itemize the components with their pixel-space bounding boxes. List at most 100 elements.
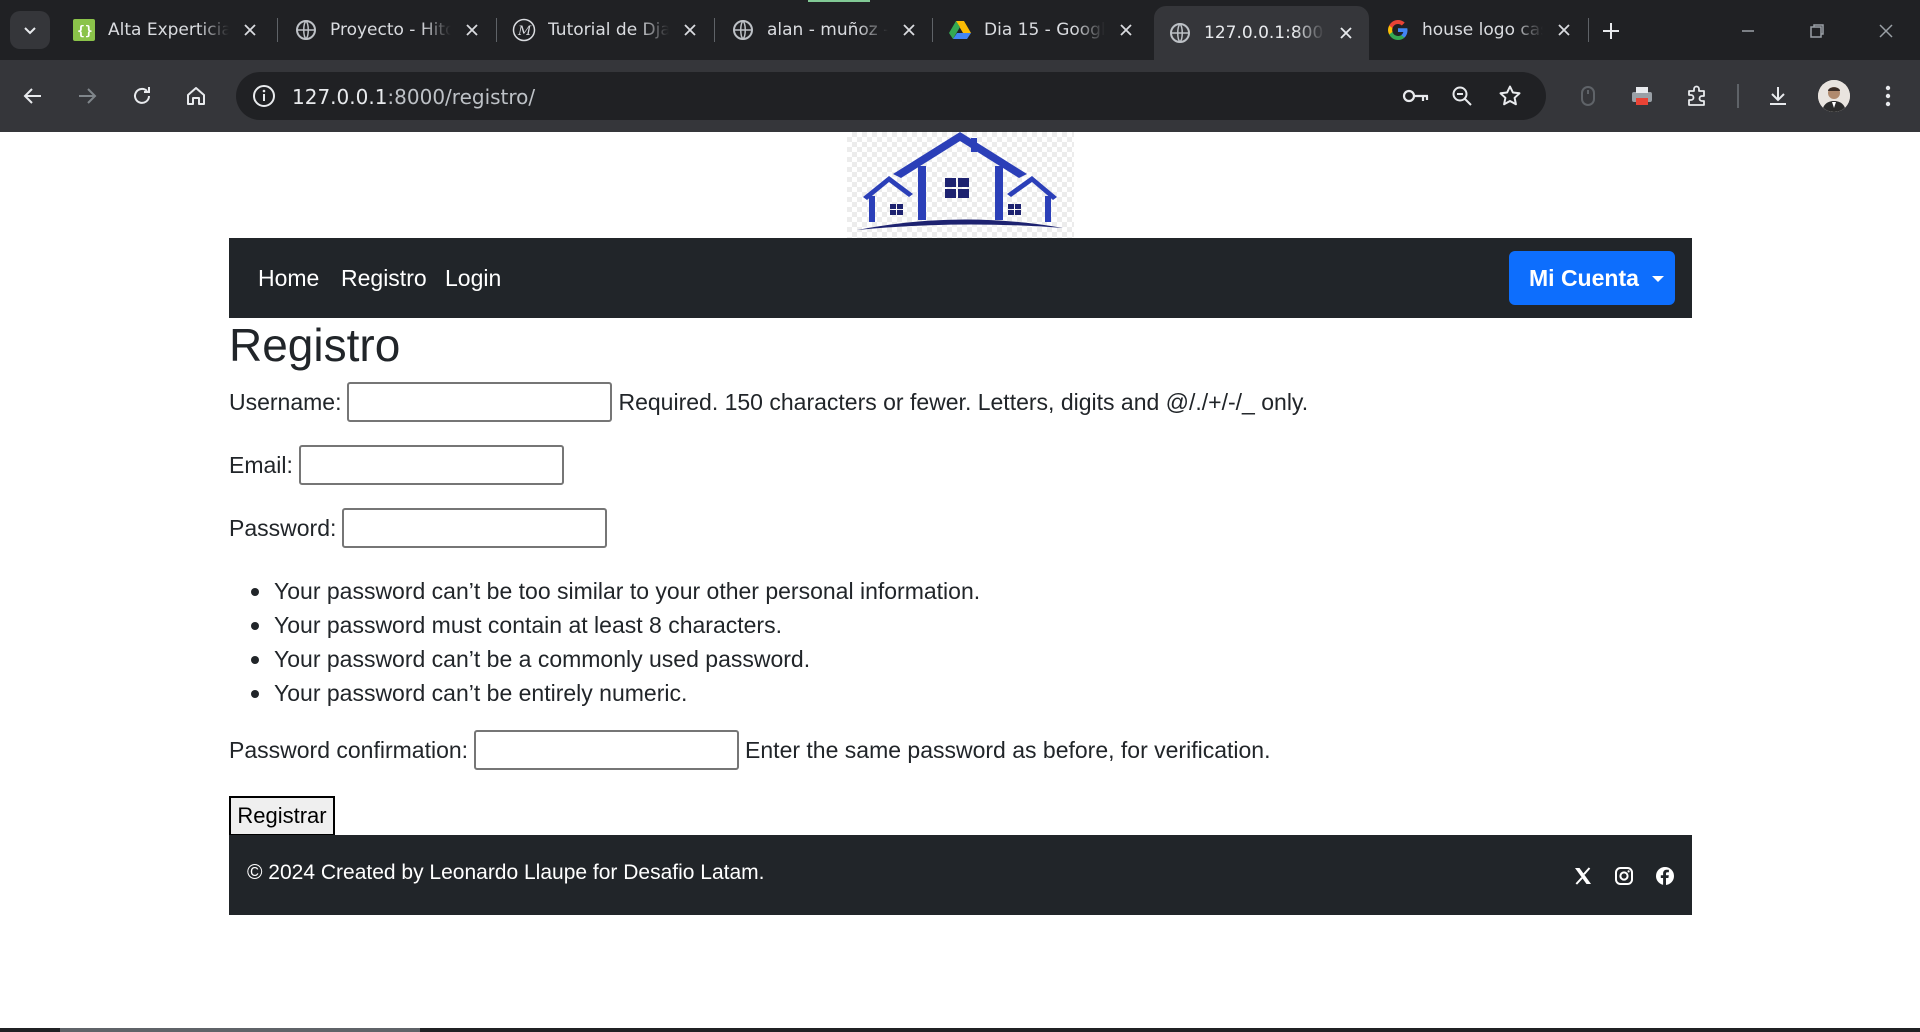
printer-icon bbox=[1632, 87, 1652, 105]
email-input[interactable] bbox=[298, 445, 564, 485]
site-info-icon[interactable] bbox=[250, 82, 278, 110]
loading-indicator bbox=[808, 0, 870, 2]
globe-icon bbox=[294, 18, 318, 42]
address-bar[interactable]: 127.0.0.1:8000/registro/ bbox=[236, 72, 1546, 120]
alta-experticia-favicon-icon: {} bbox=[72, 18, 96, 42]
tab-alan-munoz[interactable]: alan - muñoz - bbox=[717, 8, 932, 52]
page-footer: © 2024 Created by Leonardo Llaupe for De… bbox=[229, 835, 1692, 915]
password-rule: Your password can’t be too similar to yo… bbox=[229, 574, 980, 608]
arrow-right-icon bbox=[79, 88, 97, 104]
minimize-button[interactable] bbox=[1728, 14, 1768, 48]
bookmark-star-icon[interactable] bbox=[1496, 84, 1524, 108]
tab-title: Proyecto - Hito bbox=[330, 20, 451, 40]
extension-mouse-button[interactable] bbox=[1570, 78, 1606, 114]
password-rule: Your password can’t be a commonly used p… bbox=[229, 642, 980, 676]
footer-copyright: © 2024 Created by Leonardo Llaupe for De… bbox=[247, 861, 765, 884]
username-help-text: Required. 150 characters or fewer. Lette… bbox=[618, 388, 1309, 415]
main-navbar: Home Registro Login Mi Cuenta bbox=[229, 238, 1692, 318]
web-page: Home Registro Login Mi Cuenta Registro U… bbox=[0, 132, 1920, 1032]
instagram-icon[interactable] bbox=[1613, 865, 1635, 887]
account-dropdown-button[interactable]: Mi Cuenta bbox=[1509, 251, 1675, 305]
close-icon[interactable] bbox=[1335, 22, 1357, 44]
new-tab-button[interactable] bbox=[1594, 14, 1628, 48]
tab-dia-15[interactable]: Dia 15 - Googl bbox=[934, 8, 1149, 52]
extension-printer-button[interactable] bbox=[1624, 78, 1660, 114]
tab-tutorial-django[interactable]: M Tutorial de Djan bbox=[498, 8, 713, 52]
username-label: Username: bbox=[229, 388, 342, 415]
google-drive-icon bbox=[948, 18, 972, 42]
site-logo[interactable] bbox=[847, 132, 1074, 238]
password-key-icon[interactable] bbox=[1402, 84, 1430, 108]
url-path: :8000/registro/ bbox=[387, 85, 536, 109]
page-title: Registro bbox=[229, 319, 401, 371]
registrar-button[interactable]: Registrar bbox=[229, 796, 335, 836]
close-window-button[interactable] bbox=[1866, 14, 1906, 48]
home-icon bbox=[187, 87, 205, 105]
m-logo-icon: M bbox=[512, 18, 536, 42]
browser-toolbar: 127.0.0.1:8000/registro/ bbox=[0, 60, 1920, 132]
tab-proyecto-hito[interactable]: Proyecto - Hito bbox=[280, 8, 495, 52]
back-button[interactable] bbox=[15, 78, 51, 114]
email-row: Email: bbox=[229, 445, 570, 485]
facebook-icon[interactable] bbox=[1654, 865, 1676, 887]
reload-button[interactable] bbox=[124, 78, 160, 114]
tab-title: alan - muñoz - bbox=[767, 20, 888, 40]
forward-button[interactable] bbox=[69, 78, 105, 114]
restore-button[interactable] bbox=[1797, 14, 1837, 48]
tab-divider bbox=[1588, 18, 1589, 42]
x-icon[interactable] bbox=[1572, 865, 1594, 887]
google-icon bbox=[1386, 18, 1410, 42]
tab-alta-experticia[interactable]: {} Alta Experticia bbox=[58, 8, 273, 52]
tab-divider bbox=[496, 18, 497, 42]
home-button[interactable] bbox=[178, 78, 214, 114]
username-input[interactable] bbox=[347, 382, 613, 422]
globe-icon bbox=[731, 18, 755, 42]
email-label: Email: bbox=[229, 451, 293, 478]
menu-button[interactable] bbox=[1870, 78, 1906, 114]
password-confirm-input[interactable] bbox=[474, 730, 740, 770]
password-rule: Your password can’t be entirely numeric. bbox=[229, 676, 980, 710]
tab-localhost-registro[interactable]: 127.0.0.1:8000/ bbox=[1154, 6, 1369, 60]
toolbar-divider bbox=[1737, 84, 1739, 108]
password-rules-list: Your password can’t be too similar to yo… bbox=[229, 574, 980, 710]
profile-avatar[interactable] bbox=[1818, 80, 1850, 112]
download-icon bbox=[1770, 87, 1786, 105]
avatar-icon bbox=[1818, 80, 1850, 112]
tab-house-logo[interactable]: house logo cas bbox=[1372, 8, 1587, 52]
password-label: Password: bbox=[229, 514, 337, 541]
house-logo-icon bbox=[857, 132, 1063, 230]
password-row: Password: bbox=[229, 508, 613, 548]
close-icon[interactable] bbox=[679, 19, 701, 41]
account-dropdown-label: Mi Cuenta bbox=[1529, 264, 1639, 291]
close-icon[interactable] bbox=[461, 19, 483, 41]
tab-search-button[interactable] bbox=[10, 11, 50, 49]
tab-divider bbox=[714, 18, 715, 42]
horizontal-scrollbar[interactable] bbox=[0, 1028, 1920, 1032]
nav-link-home[interactable]: Home bbox=[258, 265, 319, 292]
caret-down-icon bbox=[1651, 276, 1664, 282]
tab-title: Alta Experticia bbox=[108, 20, 229, 40]
password-rule: Your password must contain at least 8 ch… bbox=[229, 608, 980, 642]
svg-text:M: M bbox=[517, 24, 532, 39]
password-input[interactable] bbox=[342, 508, 608, 548]
close-icon bbox=[1879, 24, 1893, 38]
minimize-icon bbox=[1742, 30, 1754, 32]
close-icon[interactable] bbox=[239, 19, 261, 41]
password-confirm-label: Password confirmation: bbox=[229, 736, 469, 763]
scrollbar-thumb[interactable] bbox=[60, 1028, 420, 1032]
close-icon[interactable] bbox=[1553, 19, 1575, 41]
nav-link-login[interactable]: Login bbox=[445, 265, 501, 292]
zoom-icon[interactable] bbox=[1448, 84, 1476, 108]
extensions-button[interactable] bbox=[1679, 78, 1715, 114]
plus-icon bbox=[1603, 23, 1619, 39]
chevron-down-icon bbox=[24, 27, 36, 35]
tab-title: Tutorial de Djan bbox=[548, 20, 669, 40]
close-icon[interactable] bbox=[898, 19, 920, 41]
nav-link-registro[interactable]: Registro bbox=[341, 265, 427, 292]
tab-title: 127.0.0.1:8000/ bbox=[1204, 23, 1325, 43]
close-icon[interactable] bbox=[1115, 19, 1137, 41]
more-vert-icon bbox=[1885, 85, 1891, 107]
tab-strip: {} Alta Experticia Proyecto - Hito M Tut… bbox=[0, 0, 1920, 60]
downloads-button[interactable] bbox=[1760, 78, 1796, 114]
tab-title: Dia 15 - Googl bbox=[984, 20, 1105, 40]
